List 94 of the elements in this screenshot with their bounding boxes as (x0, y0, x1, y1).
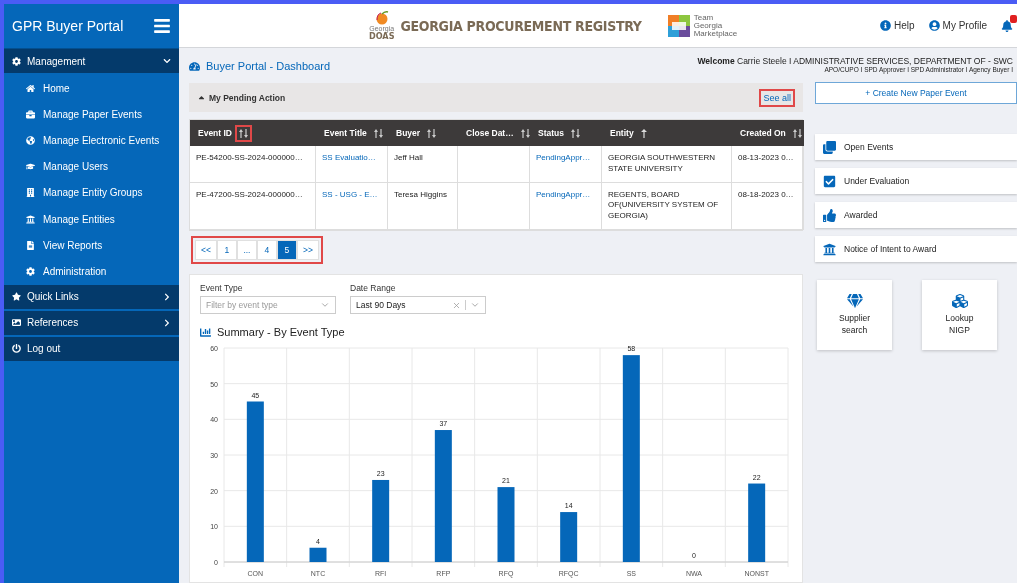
welcome-text: Welcome Carrie Steele I ADMINISTRATIVE SERVICES, DEPARTMENT OF - SWC (697, 56, 1013, 66)
user-icon (928, 20, 940, 31)
status-card[interactable]: Open Events (815, 134, 1017, 160)
dashboard-icon (189, 60, 200, 72)
pending-action-toggle[interactable]: My Pending Action (197, 92, 286, 103)
diamond-icon (846, 293, 863, 310)
status-card[interactable]: Notice of Intent to Award (815, 236, 1017, 262)
filter-label: Event Type (200, 283, 244, 293)
group-label: Log out (27, 343, 61, 354)
bar (309, 547, 327, 562)
sidebar-item[interactable]: Manage Paper Events (4, 101, 179, 128)
marketplace-logo: Team Georgia Marketplace (667, 13, 738, 38)
sidebar-item[interactable]: View Reports (4, 232, 179, 259)
table-link[interactable]: PendingAppr… (530, 182, 602, 230)
page-button[interactable]: ... (236, 240, 257, 260)
page-button[interactable]: 1 (216, 240, 237, 260)
group-label: Quick Links (27, 291, 79, 302)
table-cell (458, 146, 530, 183)
filter-label: Date Range (350, 283, 397, 293)
column-header[interactable]: Buyer (388, 120, 458, 146)
sort-icon[interactable] (235, 124, 252, 142)
sidebar-item[interactable]: Home (4, 75, 179, 102)
table-cell: Teresa Higgins (388, 182, 458, 230)
table-cell: REGENTS, BOARD OF(UNIVERSITY SYSTEM OF GEORGIA) (602, 182, 732, 230)
sidebar-group[interactable]: Quick Links (4, 284, 179, 309)
info-icon (879, 20, 891, 31)
sidebar-item[interactable]: Manage Entities (4, 205, 179, 233)
home-icon (26, 83, 35, 93)
bank-icon (26, 214, 35, 224)
column-header[interactable]: Event ID (190, 120, 316, 146)
table-link[interactable]: SS - USG - E… (316, 182, 388, 230)
tile-label: Supplier search (838, 313, 871, 337)
sidebar-item[interactable]: Manage Users (4, 153, 179, 180)
sidebar-group[interactable]: Management (4, 49, 179, 73)
status-card[interactable]: Awarded (815, 202, 1017, 228)
table-link[interactable]: PendingAppr… (530, 146, 602, 183)
briefcase-icon (26, 109, 35, 119)
graduation-cap-icon (26, 162, 35, 172)
portal-title: GPR Buyer Portal (12, 18, 124, 34)
column-header[interactable]: Entity (602, 120, 732, 146)
sidebar-group[interactable]: References (4, 310, 179, 335)
sidebar-item[interactable]: Administration (4, 258, 179, 285)
select-input[interactable]: Filter by event type (206, 300, 316, 310)
header-link[interactable]: My Profile (928, 20, 987, 31)
gear-icon (26, 266, 35, 276)
table-cell: PE-47200-SS-2024-000000… (190, 182, 316, 230)
select-input[interactable]: Last 90 Days (356, 300, 448, 310)
chevron-down-icon (470, 300, 480, 310)
column-header[interactable]: Created On (732, 120, 804, 146)
page-title: Buyer Portal - Dashboard (206, 60, 331, 72)
building-icon (26, 188, 35, 198)
select-field[interactable]: Last 90 Days (350, 296, 486, 314)
create-paper-event-button[interactable]: + Create New Paper Event (815, 82, 1017, 104)
thumbs-up-icon (823, 208, 836, 222)
status-card[interactable]: Under Evaluation (815, 168, 1017, 194)
gear-icon (12, 56, 21, 66)
column-header[interactable]: Event Title (316, 120, 388, 146)
sidebar-group[interactable]: Log out (4, 336, 179, 361)
table-cell: GEORGIA SOUTHWESTERN STATE UNIVERSITY (602, 146, 732, 183)
sidebar-item[interactable]: Manage Electronic Events (4, 127, 179, 154)
document-icon (26, 240, 35, 250)
chart-title: Summary - By Event Type (217, 326, 345, 338)
registry-title: GEORGIA PROCUREMENT REGISTRY (400, 17, 642, 34)
group-label: References (27, 317, 79, 328)
table-cell: 08-13-2023 0… (732, 146, 804, 183)
bank-icon (823, 242, 836, 256)
bar-chart-icon (200, 326, 211, 338)
column-header[interactable]: Close Dat… (458, 120, 530, 146)
group-label: Management (27, 55, 86, 67)
star-icon (12, 292, 21, 301)
tile-label: Lookup NIGP (945, 313, 974, 337)
power-icon (12, 344, 21, 353)
checkbox-icon (823, 174, 836, 188)
table-cell: PE-54200-SS-2024-000000… (190, 146, 316, 183)
page-button[interactable]: 4 (256, 240, 277, 260)
column-header[interactable]: Status (530, 120, 602, 146)
globe-icon (26, 135, 35, 145)
quick-tile[interactable]: Supplier search (817, 280, 892, 350)
image-icon (12, 318, 21, 327)
chevron-down-icon (320, 300, 330, 310)
page-button[interactable]: << (195, 240, 217, 260)
menu-icon[interactable] (153, 17, 171, 35)
header-link[interactable]: Help (879, 20, 915, 31)
sidebar-item[interactable]: Manage Entity Groups (4, 179, 179, 206)
page-button[interactable]: >> (296, 240, 319, 260)
select-field[interactable]: Filter by event type (200, 296, 336, 314)
table-cell: 08-18-2023 0… (732, 182, 804, 230)
page-button[interactable]: 5 (276, 240, 297, 260)
quick-tile[interactable]: Lookup NIGP (922, 280, 997, 350)
cubes-icon (951, 293, 968, 310)
table-link[interactable]: SS Evaluatio… (316, 146, 388, 183)
table-cell: Jeff Hall (388, 146, 458, 183)
bar (560, 512, 578, 562)
copy-icon (823, 140, 836, 154)
